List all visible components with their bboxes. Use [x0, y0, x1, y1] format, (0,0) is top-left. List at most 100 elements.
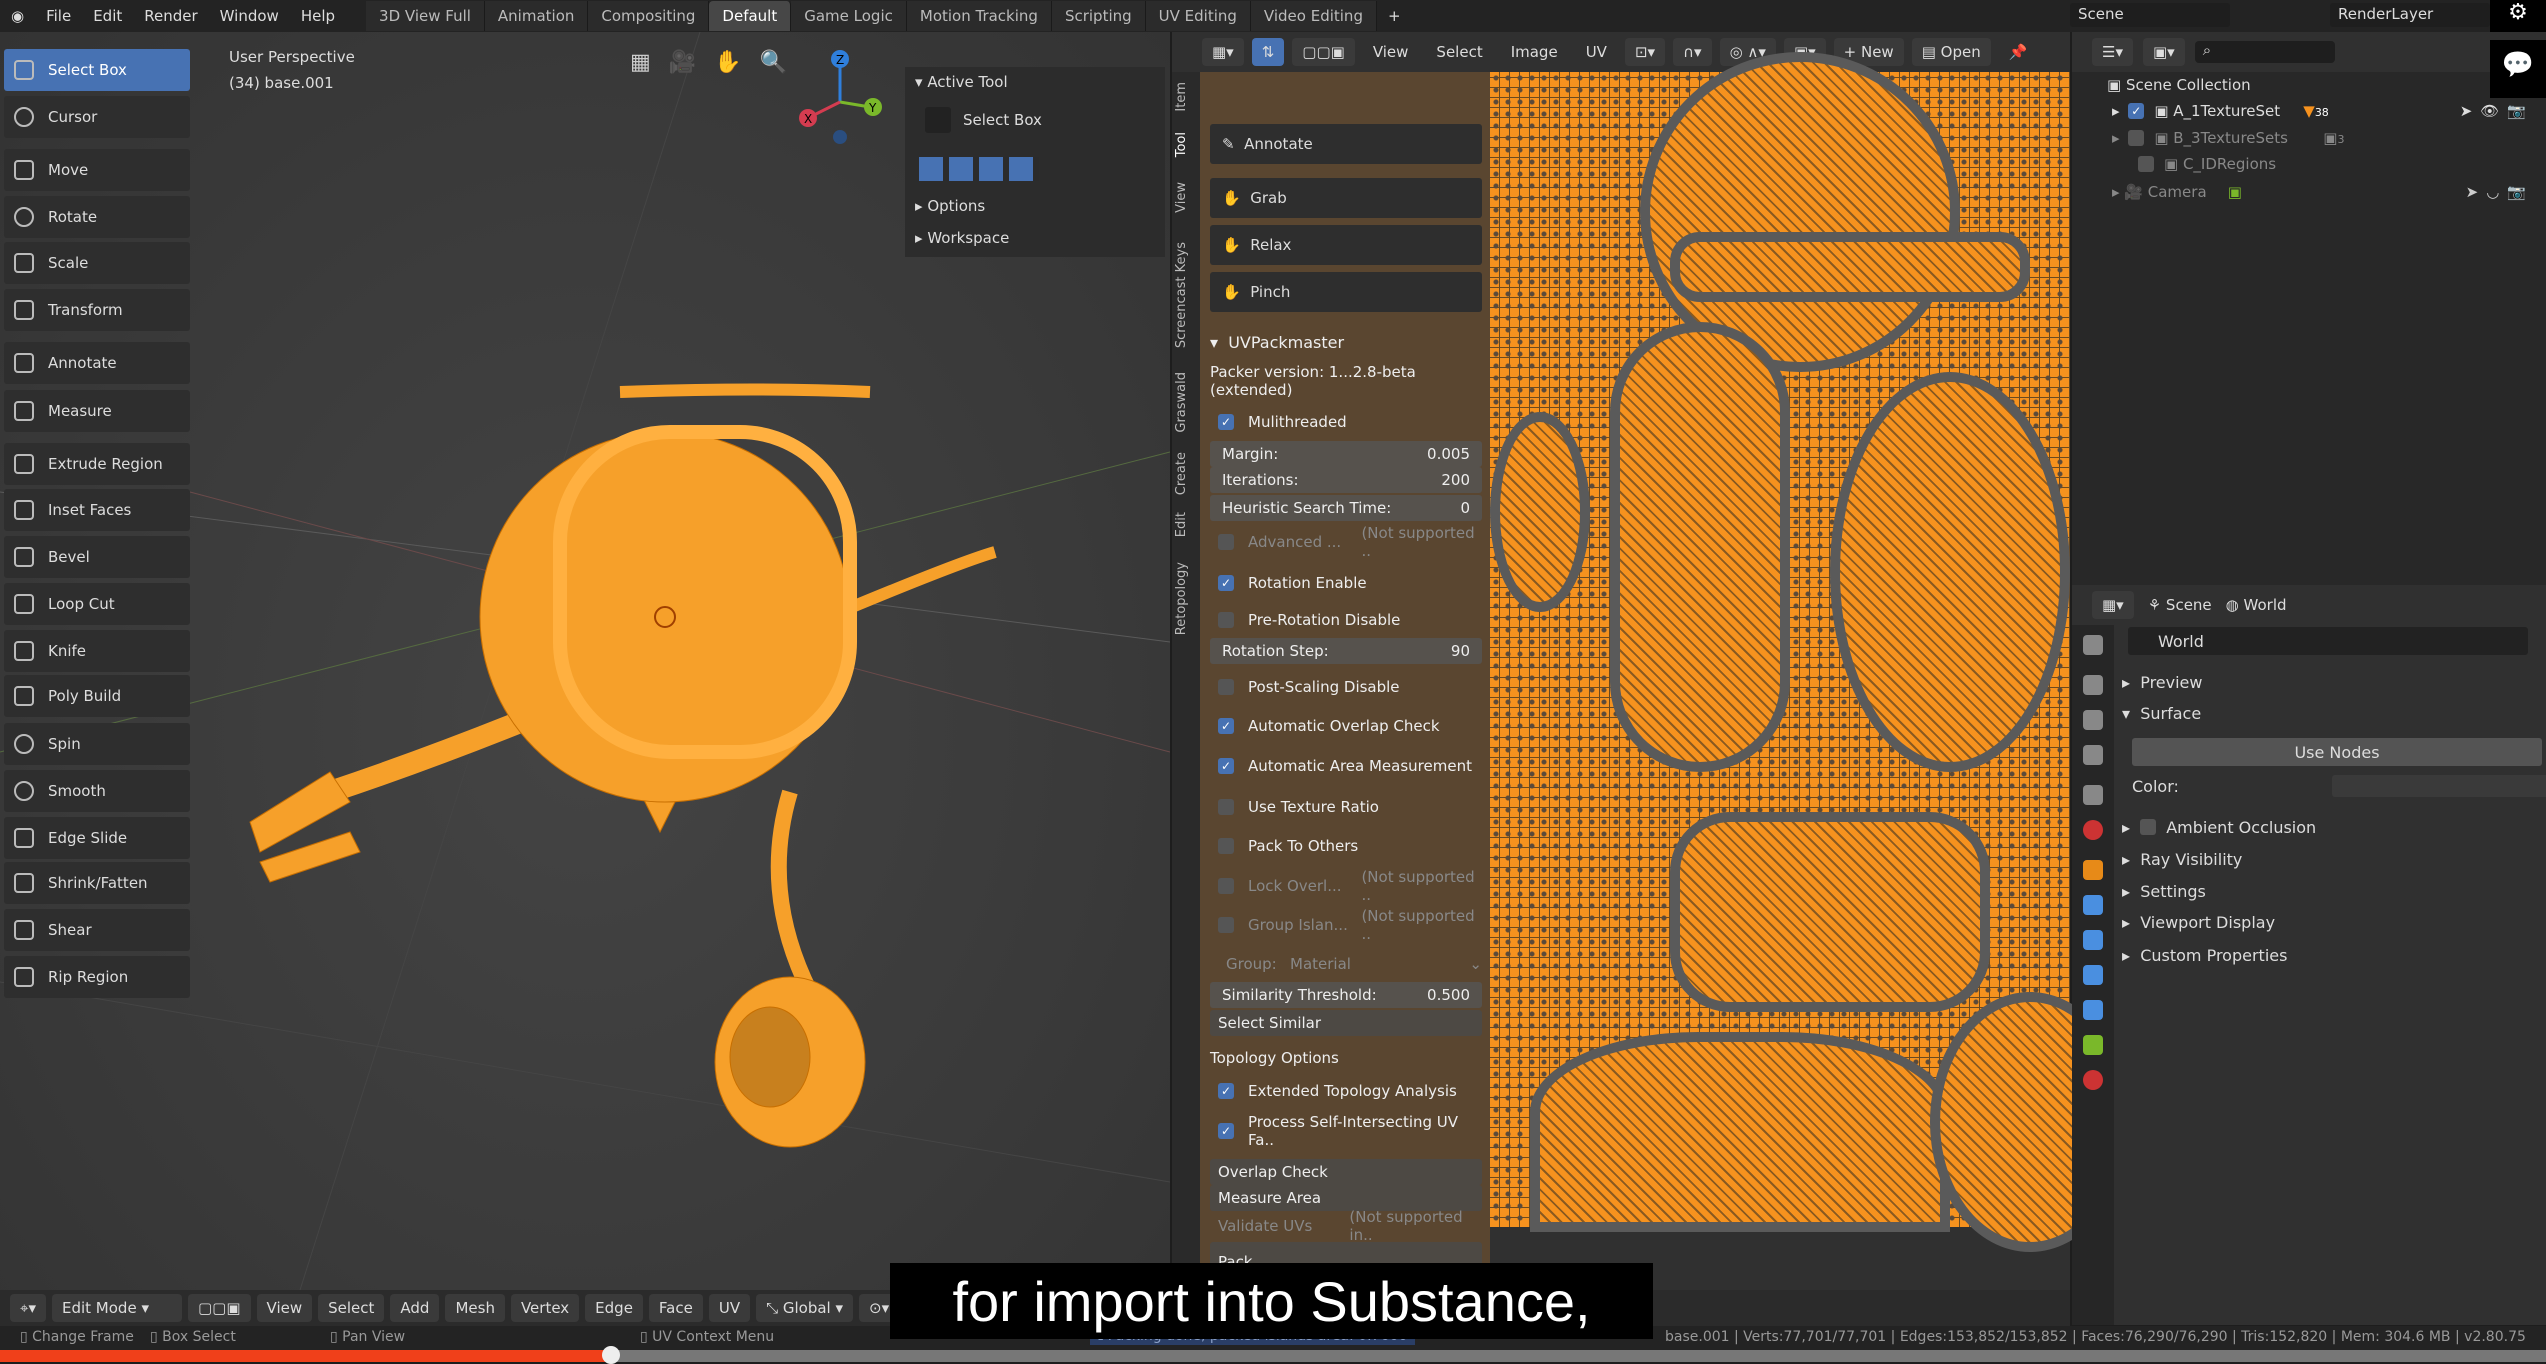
outliner-item[interactable]: ▣ C_IDRegions [2072, 151, 2546, 177]
mode-selector[interactable]: Edit Mode ▾ [51, 1294, 182, 1322]
tool-tab-icon[interactable] [2083, 635, 2103, 655]
heuristic-field[interactable]: Heuristic Search Time: 0 [1210, 495, 1482, 521]
outliner-item[interactable]: ▸ 🎥 Camera ▣ ➤◡📷 [2072, 179, 2546, 205]
tab-tool[interactable]: Tool [1174, 132, 1189, 157]
video-scrubber-handle[interactable] [602, 1346, 621, 1364]
active-tool-select-box[interactable]: Select Box [925, 107, 1042, 133]
tab-retopology[interactable]: Retopology [1174, 562, 1189, 635]
particles-tab-icon[interactable] [2083, 930, 2103, 950]
menu-help[interactable]: Help [290, 7, 346, 25]
comment-icon[interactable]: 💬 [2490, 40, 2546, 98]
tool-transform[interactable]: Transform [4, 289, 190, 331]
editor-type-icon[interactable]: ▦▾ [2092, 591, 2134, 619]
menu-view[interactable]: View [256, 1294, 313, 1322]
outliner-search-input[interactable]: ⌕ [2194, 41, 2335, 63]
menu-add[interactable]: Add [390, 1294, 440, 1322]
tab-game-logic[interactable]: Game Logic [791, 1, 907, 31]
multithreaded-checkbox[interactable]: ✓ Mulithreaded [1210, 409, 1482, 435]
outliner-item[interactable]: ▸ ✓ ▣ A_1TextureSet ▼38 ➤👁📷 [2072, 98, 2546, 124]
uvpackmaster-header[interactable]: ▾ UVPackmaster [1210, 329, 1482, 355]
pre-rotation-checkbox[interactable]: Pre-Rotation Disable [1210, 607, 1482, 633]
menu-face[interactable]: Face [648, 1294, 703, 1322]
pack-to-others-checkbox[interactable]: Pack To Others [1210, 833, 1482, 859]
tab-3d-view-full[interactable]: 3D View Full [366, 1, 485, 31]
render-layer-selector[interactable]: RenderLayer [2330, 3, 2490, 27]
workspace-header[interactable]: ▸ Workspace [915, 229, 1009, 247]
world-tab-icon[interactable] [2083, 820, 2103, 840]
navigation-gizmo[interactable]: Z Y X [795, 47, 885, 147]
outliner-item[interactable]: ▸ ▣ B_3TextureSets ▣3 [2072, 125, 2546, 151]
tab-create[interactable]: Create [1174, 452, 1189, 495]
menu-window[interactable]: Window [209, 7, 290, 25]
select-similar-button[interactable]: Select Similar [1210, 1010, 1482, 1036]
rotation-enable-checkbox[interactable]: ✓ Rotation Enable [1210, 570, 1482, 596]
open-image-button[interactable]: ▤ Open [1911, 38, 1991, 66]
output-tab-icon[interactable] [2083, 710, 2103, 730]
view-layer-icon[interactable]: ▣▾ [2142, 38, 2185, 66]
tab-motion-tracking[interactable]: Motion Tracking [906, 1, 1052, 31]
menu-edit[interactable]: Edit [82, 7, 133, 25]
snap-icon[interactable]: ∩▾ [1673, 38, 1712, 66]
data-tab-icon[interactable] [2083, 1035, 2103, 1055]
tool-relax[interactable]: ✋ Relax [1210, 225, 1482, 265]
tool-smooth[interactable]: Smooth [4, 770, 190, 812]
auto-overlap-checkbox[interactable]: ✓ Automatic Overlap Check [1210, 713, 1482, 739]
exclude-checkbox[interactable]: ✓ [2128, 103, 2145, 119]
iterations-field[interactable]: Iterations: 200 [1210, 467, 1482, 493]
pan-hand-icon[interactable]: ✋ [714, 50, 741, 75]
menu-uv[interactable]: UV [708, 1294, 751, 1322]
grid-toggle-icon[interactable]: ▦ [630, 50, 651, 75]
tool-bevel[interactable]: Bevel [4, 536, 190, 578]
active-tool-header[interactable]: ▾ Active Tool [915, 73, 1008, 91]
tab-scripting[interactable]: Scripting [1051, 1, 1146, 31]
selection-mode-buttons[interactable] [919, 157, 1039, 181]
physics-tab-icon[interactable] [2083, 965, 2103, 985]
view-layer-tab-icon[interactable] [2083, 745, 2103, 765]
extended-topology-checkbox[interactable]: ✓ Extended Topology Analysis [1210, 1078, 1482, 1104]
scene-tab-icon[interactable] [2083, 785, 2103, 805]
expand-arrow-icon[interactable]: ▸ [2112, 183, 2124, 201]
use-nodes-button[interactable]: Use Nodes [2132, 738, 2542, 766]
select-mode-buttons[interactable]: ▢▢▣ [187, 1294, 251, 1322]
ray-visibility-panel-header[interactable]: ▸ Ray Visibility [2122, 845, 2542, 873]
color-swatch[interactable] [2332, 775, 2546, 797]
scene-selector[interactable]: Scene [2070, 3, 2230, 27]
visibility-icons[interactable]: ➤👁📷 [2460, 102, 2534, 120]
object-tab-icon[interactable] [2083, 860, 2103, 880]
render-tab-icon[interactable] [2083, 675, 2103, 695]
tool-annotate[interactable]: Annotate [4, 342, 190, 384]
tool-extrude-region[interactable]: Extrude Region [4, 443, 190, 485]
display-mode-icon[interactable]: ☰▾ [2092, 38, 2133, 66]
orientation-selector[interactable]: ⤡ Global ▾ [756, 1294, 854, 1322]
preview-panel-header[interactable]: ▸ Preview [2122, 668, 2542, 696]
menu-vertex[interactable]: Vertex [510, 1294, 580, 1322]
auto-area-checkbox[interactable]: ✓ Automatic Area Measurement [1210, 753, 1482, 779]
tab-item[interactable]: Item [1174, 82, 1189, 112]
editor-type-icon[interactable]: ▦▾ [1202, 38, 1244, 66]
options-header[interactable]: ▸ Options [915, 197, 985, 215]
texture-ratio-checkbox[interactable]: Use Texture Ratio [1210, 794, 1482, 820]
uv-editor[interactable]: ▦▾ ⇅ ▢▢▣ View Select Image UV ⊡▾ ∩▾ ◎ ∧▾… [1172, 32, 2130, 1302]
expand-arrow-icon[interactable]: ▸ [2112, 102, 2124, 120]
tool-inset-faces[interactable]: Inset Faces [4, 489, 190, 531]
tool-measure[interactable]: Measure [4, 390, 190, 432]
exclude-checkbox[interactable] [2128, 130, 2145, 146]
menu-file[interactable]: File [35, 7, 82, 25]
tab-uv-editing[interactable]: UV Editing [1145, 1, 1251, 31]
tool-cursor[interactable]: Cursor [4, 96, 190, 138]
tab-compositing[interactable]: Compositing [588, 1, 710, 31]
video-progress-bar[interactable] [0, 1346, 2546, 1364]
overlap-check-button[interactable]: Overlap Check [1210, 1159, 1482, 1185]
similarity-threshold-field[interactable]: Similarity Threshold: 0.500 [1210, 982, 1482, 1008]
menu-view[interactable]: View [1363, 38, 1419, 66]
tool-select-box[interactable]: Select Box [4, 49, 190, 91]
gear-icon[interactable]: ⚙ [2490, 0, 2546, 34]
tool-loop-cut[interactable]: Loop Cut [4, 583, 190, 625]
tab-view[interactable]: View [1174, 182, 1189, 213]
menu-mesh[interactable]: Mesh [445, 1294, 505, 1322]
tool-move[interactable]: Move [4, 149, 190, 191]
material-tab-icon[interactable] [2083, 1070, 2103, 1090]
expand-arrow-icon[interactable]: ▸ [2112, 129, 2124, 147]
viewport-display-panel-header[interactable]: ▸ Viewport Display [2122, 908, 2542, 936]
pin-icon[interactable]: 📌 [1999, 38, 2038, 66]
